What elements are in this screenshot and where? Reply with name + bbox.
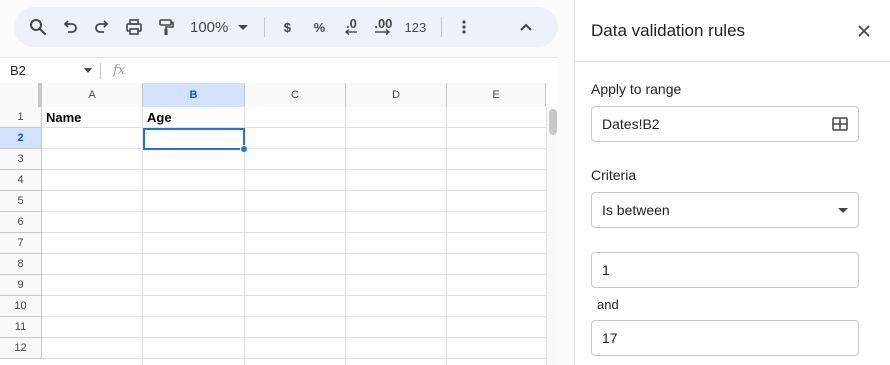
name-box-value: B2 bbox=[10, 63, 26, 78]
toolbar-divider bbox=[441, 17, 443, 37]
zoom-select[interactable]: 100% bbox=[186, 13, 252, 41]
paint-format-button[interactable] bbox=[152, 13, 180, 41]
criteria-value: Is between bbox=[602, 202, 670, 218]
undo-icon bbox=[63, 20, 77, 33]
row-header[interactable]: 10 bbox=[0, 296, 42, 317]
close-icon bbox=[858, 24, 870, 37]
min-value-input[interactable]: 1 bbox=[591, 252, 859, 288]
toolbar: 100% $ % .0 .00 123 bbox=[14, 7, 558, 47]
formula-bar: B2 fx bbox=[0, 57, 558, 83]
cell-b1[interactable]: Age bbox=[143, 107, 244, 128]
criteria-label: Criteria bbox=[591, 167, 637, 183]
close-button[interactable] bbox=[852, 19, 876, 43]
column-header-c[interactable]: C bbox=[245, 83, 346, 107]
criteria-select[interactable]: Is between bbox=[591, 192, 859, 228]
redo-button[interactable] bbox=[88, 13, 116, 41]
gridline bbox=[42, 211, 546, 212]
gridline bbox=[446, 107, 447, 365]
row-header[interactable]: 6 bbox=[0, 212, 42, 233]
toolbar-divider bbox=[264, 17, 266, 37]
column-header-row: A B C D E bbox=[0, 83, 546, 107]
spreadsheet-grid[interactable]: A B C D E 1 2 3 4 5 6 7 8 9 10 11 12 Nam… bbox=[0, 83, 558, 365]
more-vert-icon bbox=[462, 20, 466, 34]
row-header[interactable]: 2 bbox=[0, 128, 42, 149]
row-header[interactable]: 3 bbox=[0, 149, 42, 170]
search-icon bbox=[30, 19, 46, 35]
gridline bbox=[42, 316, 546, 317]
percent-label: % bbox=[313, 19, 326, 35]
gridline bbox=[42, 169, 546, 170]
percent-format-button[interactable]: % bbox=[305, 13, 333, 41]
column-header-a[interactable]: A bbox=[42, 83, 143, 107]
decrease-decimal-label: .0 bbox=[345, 16, 357, 31]
row-header[interactable]: 7 bbox=[0, 233, 42, 254]
column-header-e[interactable]: E bbox=[447, 83, 546, 107]
more-options-button[interactable] bbox=[450, 13, 478, 41]
scrollbar-thumb[interactable] bbox=[549, 109, 557, 135]
formula-input[interactable] bbox=[125, 59, 558, 83]
print-button[interactable] bbox=[120, 13, 148, 41]
apply-to-range-label: Apply to range bbox=[591, 81, 682, 97]
number-format-button[interactable]: 123 bbox=[401, 13, 429, 41]
row-header[interactable]: 4 bbox=[0, 170, 42, 191]
column-header-b[interactable]: B bbox=[143, 83, 245, 107]
row-header[interactable]: 9 bbox=[0, 275, 42, 296]
arrow-left-icon bbox=[345, 29, 358, 35]
row-header[interactable]: 1 bbox=[0, 107, 42, 128]
chevron-down-icon bbox=[838, 207, 848, 213]
chevron-down-icon bbox=[238, 24, 249, 30]
active-cell-b2[interactable] bbox=[143, 128, 245, 150]
gridline bbox=[42, 190, 546, 191]
increase-decimal-label: .00 bbox=[374, 16, 393, 31]
gridline bbox=[42, 337, 546, 338]
number-format-label: 123 bbox=[404, 19, 427, 35]
select-all-corner[interactable] bbox=[0, 83, 42, 107]
arrow-right-icon bbox=[375, 29, 391, 35]
row-header[interactable]: 12 bbox=[0, 338, 42, 359]
range-value: Dates!B2 bbox=[602, 116, 660, 132]
gridline bbox=[42, 358, 546, 359]
row-header[interactable]: 11 bbox=[0, 317, 42, 338]
decrease-decimal-button[interactable]: .0 bbox=[337, 13, 365, 41]
range-input[interactable]: Dates!B2 bbox=[591, 106, 859, 142]
row-header[interactable]: 8 bbox=[0, 254, 42, 275]
gridline bbox=[42, 253, 546, 254]
chevron-up-icon bbox=[520, 23, 532, 31]
max-value-input[interactable]: 17 bbox=[591, 320, 859, 356]
data-validation-panel: Data validation rules Apply to range Dat… bbox=[574, 0, 890, 365]
and-label: and bbox=[597, 297, 619, 312]
panel-header: Data validation rules bbox=[575, 0, 890, 62]
vertical-scrollbar[interactable] bbox=[546, 107, 558, 365]
cell-a1[interactable]: Name bbox=[42, 107, 142, 128]
currency-label: $ bbox=[283, 19, 291, 35]
formula-bar-divider bbox=[100, 62, 101, 79]
paint-format-icon bbox=[159, 19, 174, 35]
increase-decimal-button[interactable]: .00 bbox=[369, 13, 397, 41]
select-range-button[interactable] bbox=[832, 116, 848, 132]
chevron-down-icon bbox=[84, 68, 92, 73]
print-icon bbox=[126, 19, 142, 35]
min-value: 1 bbox=[602, 262, 610, 278]
currency-format-button[interactable]: $ bbox=[273, 13, 301, 41]
name-box[interactable]: B2 bbox=[0, 59, 100, 83]
max-value: 17 bbox=[602, 330, 618, 346]
fill-handle[interactable] bbox=[240, 145, 248, 153]
redo-icon bbox=[95, 20, 109, 33]
fx-icon: fx bbox=[113, 63, 126, 78]
gridline bbox=[345, 107, 346, 365]
undo-button[interactable] bbox=[56, 13, 84, 41]
collapse-toolbar-button[interactable] bbox=[512, 13, 540, 41]
gridline bbox=[42, 148, 546, 149]
column-header-d[interactable]: D bbox=[346, 83, 447, 107]
grid-icon bbox=[832, 117, 848, 131]
gridline bbox=[42, 232, 546, 233]
row-header[interactable]: 5 bbox=[0, 191, 42, 212]
gridline bbox=[42, 274, 546, 275]
zoom-value: 100% bbox=[190, 18, 229, 36]
gridline bbox=[42, 295, 546, 296]
panel-title: Data validation rules bbox=[591, 20, 746, 40]
search-menus-button[interactable] bbox=[24, 13, 52, 41]
